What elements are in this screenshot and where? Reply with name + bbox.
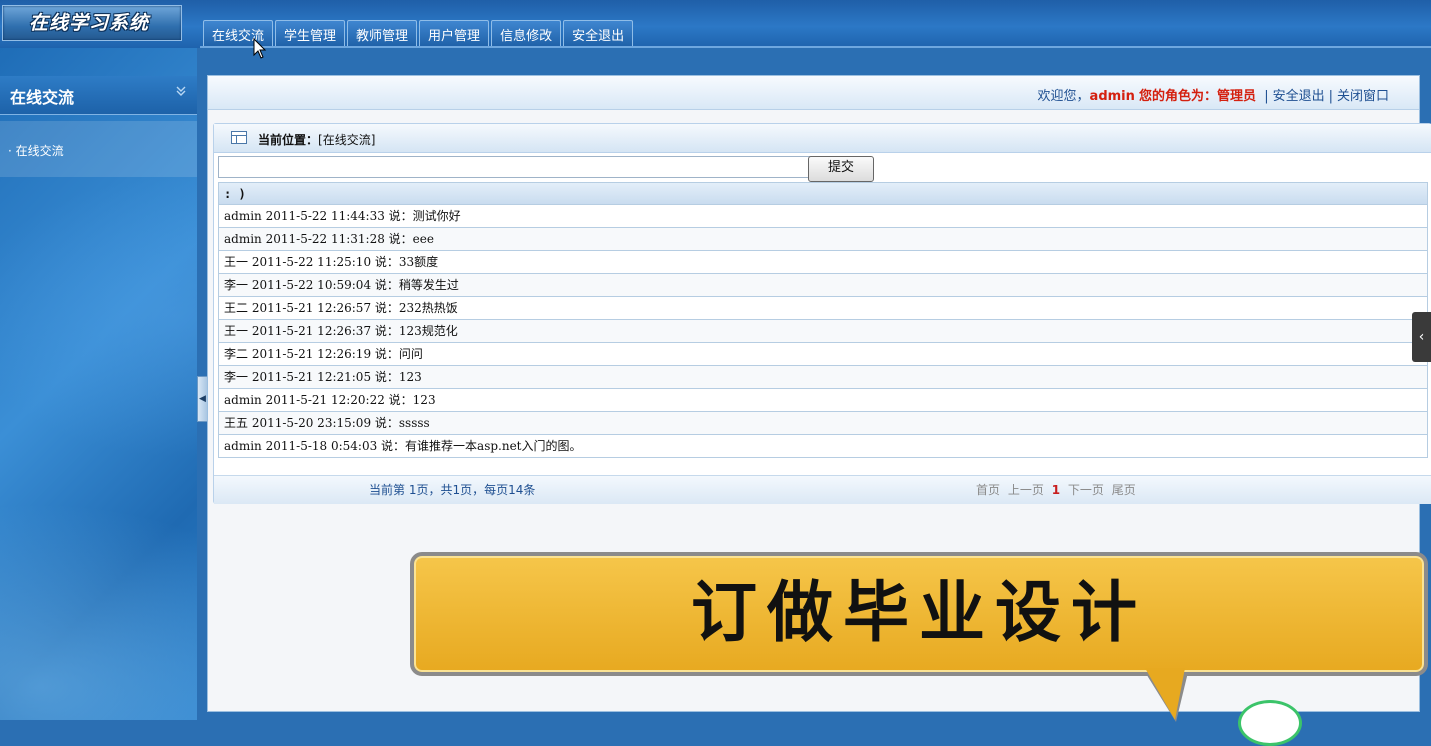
chat-panel: 当前位置：[在线交流] 提交 : ) admin 2011-5-22 11:44…: [213, 123, 1431, 504]
last-page-link[interactable]: 尾页: [1110, 483, 1138, 497]
sidebar-item-label: 在线交流: [15, 144, 64, 158]
list-item: 李一 2011-5-21 12:21:05 说：123: [218, 366, 1428, 389]
list-item: 王一 2011-5-21 12:26:37 说：123规范化: [218, 320, 1428, 343]
current-page: 1: [1051, 483, 1061, 497]
breadcrumb: 当前位置：[在线交流]: [214, 124, 1431, 153]
breadcrumb-label: 当前位置：: [258, 133, 319, 147]
banner-tail: [1145, 668, 1185, 720]
pagination-nav: 首页 上一页 1 下一页 尾页: [974, 476, 1138, 504]
side-panel-toggle[interactable]: ‹: [1412, 312, 1431, 362]
welcome-info: 欢迎您，admin 您的角色为：管理员 | 安全退出 | 关闭窗口: [1038, 85, 1389, 104]
top-header: 在线学习系统 在线交流 学生管理 教师管理 用户管理 信息修改 安全退出: [0, 0, 1431, 48]
list-item: 李二 2011-5-21 12:26:19 说：问问: [218, 343, 1428, 366]
tab-teacher-management[interactable]: 教师管理: [347, 20, 418, 48]
main-nav: 在线交流 学生管理 教师管理 用户管理 信息修改 安全退出: [203, 20, 634, 48]
list-header: : ): [218, 182, 1428, 205]
welcome-bar: 欢迎您，admin 您的角色为：管理员 | 安全退出 | 关闭窗口: [208, 76, 1419, 110]
role-label: 您的角色为：管理员: [1139, 89, 1257, 104]
sidebar-header[interactable]: 在线交流: [0, 76, 197, 115]
mouse-cursor-icon: [253, 37, 267, 64]
welcome-prefix: 欢迎您，: [1037, 89, 1090, 104]
double-chevron-down-icon[interactable]: [175, 85, 187, 101]
floating-widget[interactable]: [1238, 700, 1302, 746]
list-item: 李一 2011-5-22 10:59:04 说：稍等发生过: [218, 274, 1428, 297]
submit-button[interactable]: 提交: [808, 156, 874, 182]
list-item: admin 2011-5-21 12:20:22 说：123: [218, 389, 1428, 412]
sidebar-title: 在线交流: [10, 88, 75, 107]
triangle-left-icon: ◀: [199, 394, 206, 404]
sidebar-item-online-chat[interactable]: · 在线交流: [0, 121, 197, 177]
sidebar: 在线交流 · 在线交流: [0, 48, 197, 720]
prev-page-link[interactable]: 上一页: [1006, 483, 1046, 497]
separator: |: [1264, 89, 1269, 104]
banner-text: 订做毕业设计: [691, 573, 1147, 651]
current-username: admin: [1089, 89, 1135, 104]
tab-user-management[interactable]: 用户管理: [419, 20, 490, 48]
bullet-icon: ·: [8, 144, 12, 158]
list-item: admin 2011-5-22 11:44:33 说：测试你好: [218, 205, 1428, 228]
first-page-link[interactable]: 首页: [974, 483, 1002, 497]
close-window-link[interactable]: 关闭窗口: [1337, 89, 1389, 104]
breadcrumb-value: [在线交流]: [318, 133, 376, 147]
list-item: 王二 2011-5-21 12:26:57 说：232热热饭: [218, 297, 1428, 320]
pagination-info: 当前第 1页，共1页，每页14条: [369, 483, 536, 497]
chevron-left-icon: ‹: [1418, 329, 1425, 345]
promo-banner: 订做毕业设计: [410, 552, 1428, 676]
list-item: admin 2011-5-22 11:31:28 说：eee: [218, 228, 1428, 251]
message-list: : ) admin 2011-5-22 11:44:33 说：测试你好 admi…: [218, 182, 1428, 458]
tab-edit-info[interactable]: 信息修改: [491, 20, 562, 48]
app-logo: 在线学习系统: [2, 5, 182, 41]
list-item: 王五 2011-5-20 23:15:09 说：sssss: [218, 412, 1428, 435]
tab-student-management[interactable]: 学生管理: [275, 20, 346, 48]
nav-underline: [200, 46, 1431, 48]
list-item: 王一 2011-5-22 11:25:10 说：33额度: [218, 251, 1428, 274]
list-item: admin 2011-5-18 0:54:03 说：有谁推荐一本asp.net入…: [218, 435, 1428, 458]
logout-link[interactable]: 安全退出: [1273, 89, 1325, 104]
tab-logout[interactable]: 安全退出: [563, 20, 634, 48]
next-page-link[interactable]: 下一页: [1066, 483, 1106, 497]
message-input[interactable]: [218, 156, 811, 178]
table-icon: [231, 131, 247, 144]
pagination: 当前第 1页，共1页，每页14条 首页 上一页 1 下一页 尾页: [214, 475, 1431, 504]
separator: |: [1328, 89, 1333, 104]
